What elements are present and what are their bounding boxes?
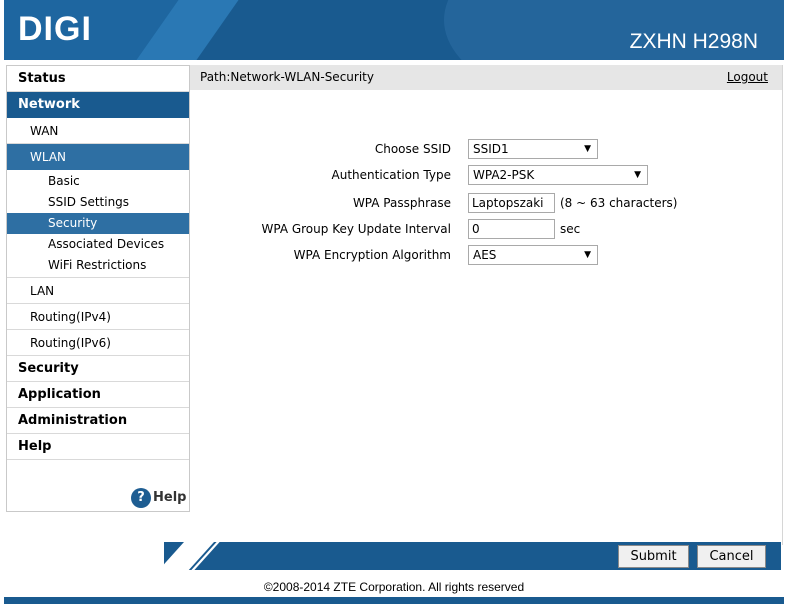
help-link-label: Help [153, 490, 187, 505]
model-name: ZXHN H298N [629, 30, 758, 53]
content-area [189, 65, 783, 545]
sidebar-item-network[interactable]: Network [7, 92, 189, 118]
sidebar-item-security[interactable]: Security [7, 356, 189, 382]
auth-type-row: Authentication Type WPA2-PSK ▼ [190, 165, 782, 187]
sidebar-item-routing-ipv4[interactable]: Routing(IPv4) [7, 304, 189, 330]
sidebar-item-ssid-settings[interactable]: SSID Settings [7, 192, 189, 213]
path-bar: Path:Network-WLAN-Security Logout [190, 65, 782, 90]
encryption-select-value: AES [473, 248, 497, 262]
sidebar-item-wifi-restrictions[interactable]: WiFi Restrictions [7, 255, 189, 278]
auth-type-select-value: WPA2-PSK [473, 168, 535, 182]
copyright-text: ©2008-2014 ZTE Corporation. All rights r… [263, 580, 525, 594]
sidebar-item-status[interactable]: Status [7, 66, 189, 92]
auth-type-select[interactable]: WPA2-PSK ▼ [468, 165, 648, 185]
passphrase-hint: (8 ~ 63 characters) [560, 196, 678, 210]
encryption-select[interactable]: AES ▼ [468, 245, 598, 265]
submit-button[interactable]: Submit [618, 545, 689, 568]
sidebar-item-application[interactable]: Application [7, 382, 189, 408]
breadcrumb: Path:Network-WLAN-Security [200, 70, 374, 84]
ssid-row: Choose SSID SSID1 ▼ [190, 139, 782, 161]
sidebar-item-help[interactable]: Help [7, 434, 189, 460]
logout-link[interactable]: Logout [727, 65, 768, 90]
sidebar-item-lan[interactable]: LAN [7, 278, 189, 304]
sidebar-item-wlan[interactable]: WLAN [7, 144, 189, 170]
bottom-strip [4, 597, 784, 604]
encryption-row: WPA Encryption Algorithm AES ▼ [190, 245, 782, 267]
passphrase-row: WPA Passphrase (8 ~ 63 characters) [190, 193, 782, 215]
sidebar-item-administration[interactable]: Administration [7, 408, 189, 434]
sidebar-item-wlan-security[interactable]: Security [7, 213, 189, 234]
sidebar-item-routing-ipv6[interactable]: Routing(IPv6) [7, 330, 189, 356]
encryption-label: WPA Encryption Algorithm [293, 248, 451, 262]
header-banner: DIGI ZXHN H298N [4, 0, 784, 60]
auth-type-label: Authentication Type [331, 168, 451, 182]
ssid-label: Choose SSID [374, 142, 451, 156]
ssid-select[interactable]: SSID1 ▼ [468, 139, 598, 159]
question-icon: ? [131, 488, 151, 508]
group-key-label: WPA Group Key Update Interval [261, 222, 451, 236]
group-key-row: WPA Group Key Update Interval sec [190, 219, 782, 241]
sidebar-item-associated-devices[interactable]: Associated Devices [7, 234, 189, 255]
sidebar-item-basic[interactable]: Basic [7, 171, 189, 192]
ssid-select-value: SSID1 [473, 142, 509, 156]
chevron-down-icon: ▼ [584, 144, 591, 154]
passphrase-label: WPA Passphrase [352, 196, 451, 210]
cancel-button[interactable]: Cancel [697, 545, 766, 568]
group-key-unit: sec [560, 222, 581, 236]
chevron-down-icon: ▼ [634, 170, 641, 180]
chevron-down-icon: ▼ [584, 250, 591, 260]
sidebar-item-wan[interactable]: WAN [7, 118, 189, 144]
help-link[interactable]: ? Help [131, 487, 186, 509]
passphrase-input[interactable] [468, 193, 555, 213]
group-key-input[interactable] [468, 219, 555, 239]
digi-logo: DIGI [18, 10, 92, 48]
sidebar: Status Network WAN WLAN Basic SSID Setti… [6, 65, 190, 512]
